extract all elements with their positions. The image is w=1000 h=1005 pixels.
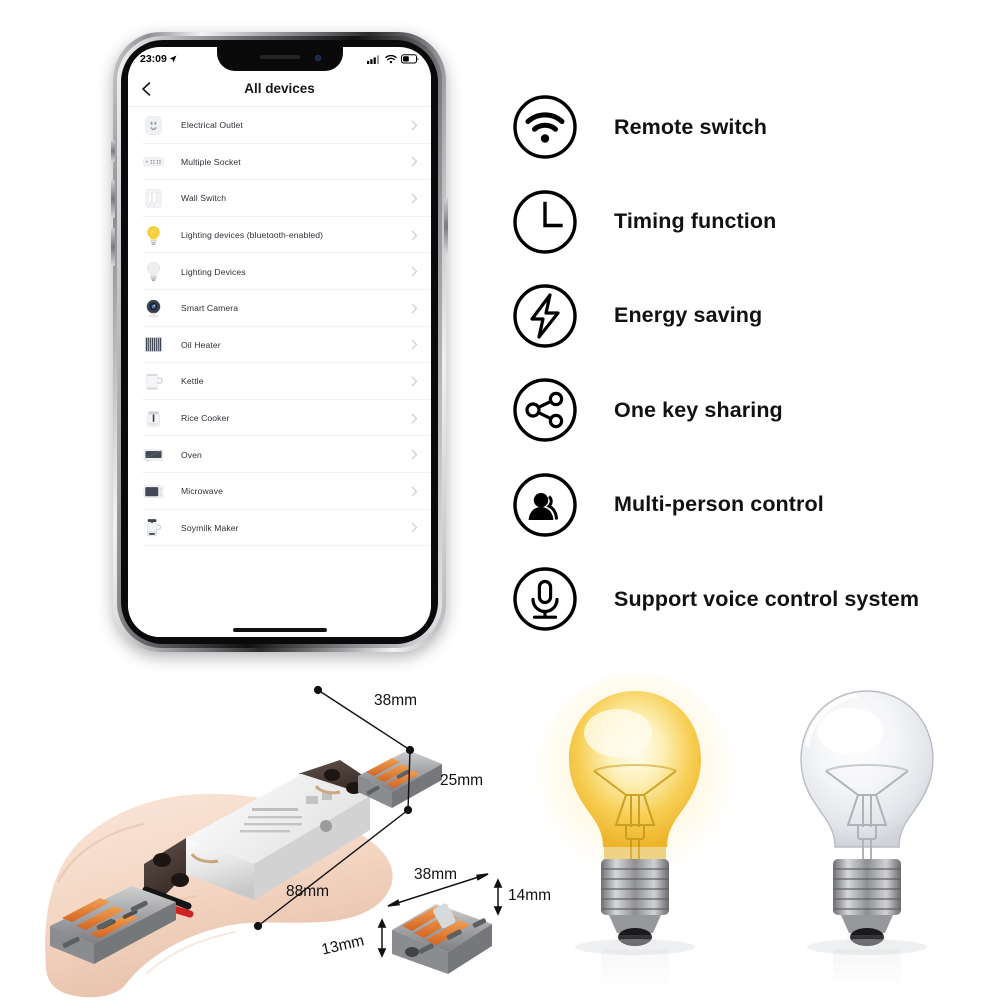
microwave-icon bbox=[142, 480, 165, 503]
mute-switch[interactable] bbox=[111, 140, 115, 162]
home-indicator[interactable] bbox=[232, 628, 327, 632]
oven-icon bbox=[142, 443, 165, 466]
list-item[interactable]: Oven bbox=[128, 436, 431, 473]
wifi-icon bbox=[513, 95, 577, 159]
feature-item-one-key-sharing: One key sharing bbox=[512, 363, 992, 457]
list-item-label: Wall Switch bbox=[181, 193, 227, 204]
list-item[interactable]: Microwave bbox=[128, 473, 431, 510]
feature-item-multi-person-control: Multi-person control bbox=[512, 458, 992, 552]
multiple-socket-icon bbox=[142, 150, 165, 173]
wall-switch-icon bbox=[142, 187, 165, 210]
feature-item-remote-switch: Remote switch bbox=[512, 80, 992, 174]
front-camera-icon bbox=[314, 55, 321, 61]
white-bulb-icon bbox=[142, 260, 165, 283]
dimension-label-connector-38mm: 38mm bbox=[414, 866, 458, 883]
people-icon bbox=[513, 473, 577, 537]
feature-label: Multi-person control bbox=[614, 492, 824, 517]
bulb-unlit bbox=[762, 675, 972, 995]
notch bbox=[216, 47, 343, 71]
smart-camera-icon bbox=[142, 297, 165, 320]
power-button[interactable] bbox=[444, 198, 448, 254]
oil-heater-icon bbox=[142, 333, 165, 356]
list-item-label: Electrical Outlet bbox=[181, 120, 243, 131]
page-title: All devices bbox=[244, 81, 315, 96]
chevron-right-icon[interactable] bbox=[411, 120, 418, 131]
list-item-label: Rice Cooker bbox=[181, 413, 230, 424]
chevron-right-icon[interactable] bbox=[411, 156, 418, 167]
list-item[interactable]: Smart Camera bbox=[128, 290, 431, 327]
dimension-label-length-88mm: 88mm bbox=[286, 883, 330, 900]
status-bar-time: 23:09 bbox=[140, 53, 167, 65]
yellow-bulb-icon bbox=[142, 224, 165, 247]
list-item-label: Soymilk Maker bbox=[181, 522, 239, 533]
phone-mockup: 23:09 All devices Electrical Outlet Mult… bbox=[111, 32, 448, 652]
chevron-right-icon[interactable] bbox=[411, 522, 418, 533]
location-arrow-icon bbox=[169, 55, 177, 63]
feature-list: Remote switch Timing function Energy sav… bbox=[512, 80, 992, 646]
product-photo-illustration bbox=[45, 685, 503, 998]
cellular-signal-icon bbox=[367, 55, 380, 64]
feature-label: Support voice control system bbox=[614, 586, 920, 611]
chevron-left-icon[interactable] bbox=[139, 81, 155, 97]
list-item[interactable]: Multiple Socket bbox=[128, 144, 431, 181]
share-nodes-icon bbox=[513, 378, 577, 443]
list-item[interactable]: Soymilk Maker bbox=[128, 510, 431, 547]
list-item[interactable]: Electrical Outlet bbox=[128, 107, 431, 144]
chevron-right-icon[interactable] bbox=[411, 230, 418, 241]
feature-item-timing-function: Timing function bbox=[512, 174, 992, 268]
list-item[interactable]: Lighting devices (bluetooth-enabled) bbox=[128, 217, 431, 254]
device-list[interactable]: Electrical Outlet Multiple Socket Wall S… bbox=[128, 107, 431, 637]
list-item[interactable]: Oil Heater bbox=[128, 327, 431, 364]
microphone-icon bbox=[513, 567, 577, 631]
list-item-label: Oven bbox=[181, 449, 202, 460]
list-item[interactable]: Lighting Devices bbox=[128, 253, 431, 290]
volume-up-button[interactable] bbox=[111, 180, 115, 218]
list-item[interactable]: Rice Cooker bbox=[128, 400, 431, 437]
feature-item-voice-control: Support voice control system bbox=[512, 552, 992, 646]
chevron-right-icon[interactable] bbox=[411, 339, 418, 350]
wire-connector-right bbox=[358, 750, 442, 808]
connector-detail-view bbox=[377, 873, 503, 974]
earpiece-speaker bbox=[259, 55, 300, 59]
list-item-label: Microwave bbox=[181, 486, 223, 497]
electrical-outlet-icon bbox=[142, 114, 165, 137]
bulb-base bbox=[601, 859, 669, 946]
wifi-icon bbox=[385, 54, 397, 64]
battery-icon bbox=[401, 54, 419, 64]
feature-label: Remote switch bbox=[614, 114, 768, 139]
bulb-lit bbox=[530, 673, 740, 995]
feature-label: Timing function bbox=[614, 209, 777, 234]
volume-down-button[interactable] bbox=[111, 228, 115, 266]
chevron-right-icon[interactable] bbox=[411, 486, 418, 497]
phone-screen: 23:09 All devices Electrical Outlet Mult… bbox=[128, 47, 431, 637]
list-item-label: Lighting devices (bluetooth-enabled) bbox=[181, 230, 324, 241]
chevron-right-icon[interactable] bbox=[411, 193, 418, 204]
rice-cooker-icon bbox=[142, 407, 165, 430]
lightning-bolt-icon bbox=[513, 284, 577, 348]
product-photo-with-dimensions: 38mm 25mm 88mm 38mm 14mm 13mm bbox=[40, 668, 551, 1000]
chevron-right-icon[interactable] bbox=[411, 303, 418, 314]
chevron-right-icon[interactable] bbox=[411, 266, 418, 277]
feature-label: One key sharing bbox=[614, 397, 783, 422]
chevron-right-icon[interactable] bbox=[411, 376, 418, 387]
list-item-label: Oil Heater bbox=[181, 339, 221, 350]
app-navbar: All devices bbox=[128, 71, 431, 107]
chevron-right-icon[interactable] bbox=[411, 449, 418, 460]
list-item-label: Kettle bbox=[181, 376, 204, 387]
list-item-label: Multiple Socket bbox=[181, 156, 241, 167]
kettle-icon bbox=[142, 370, 165, 393]
chevron-right-icon[interactable] bbox=[411, 413, 418, 424]
soymilk-maker-icon bbox=[142, 516, 165, 539]
dimension-label-width-38mm: 38mm bbox=[374, 692, 418, 709]
clock-icon bbox=[513, 189, 577, 254]
list-item-label: Smart Camera bbox=[181, 303, 239, 314]
bulb-base bbox=[833, 859, 901, 946]
list-item[interactable]: Kettle bbox=[128, 363, 431, 400]
list-item-label: Lighting Devices bbox=[181, 266, 246, 277]
dimension-label-height-25mm: 25mm bbox=[440, 772, 484, 789]
feature-item-energy-saving: Energy saving bbox=[512, 269, 992, 363]
feature-label: Energy saving bbox=[614, 303, 763, 328]
list-item[interactable]: Wall Switch bbox=[128, 180, 431, 217]
